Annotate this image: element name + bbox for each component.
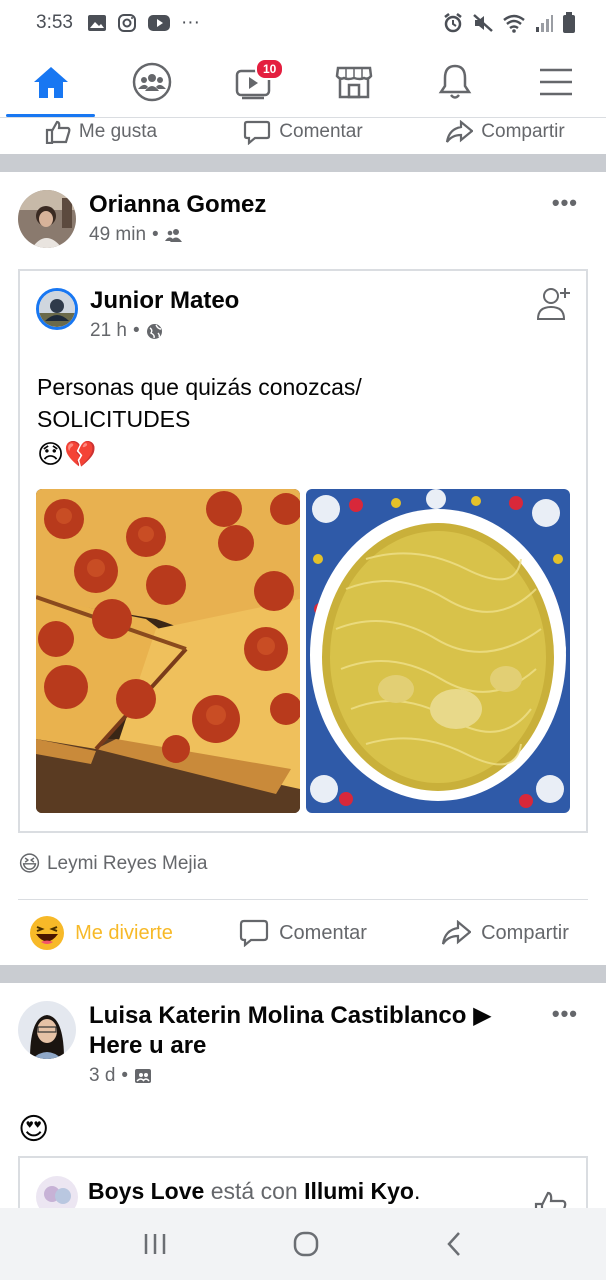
shared-post-header: Junior Mateo 21 h • [36,286,239,342]
group-page-icon [135,1069,152,1083]
post-actions: Me divierte Comentar Compartir [0,902,606,964]
shared-author-line: Boys Love está con Illumi Kyo. [88,1178,420,1205]
tab-watch[interactable]: 10 [202,46,303,117]
divider [18,899,588,900]
tab-groups[interactable] [101,46,202,117]
shared-post[interactable]: Junior Mateo 21 h • Personas que quizás … [18,269,588,833]
watch-badge: 10 [255,58,285,80]
post-header: Luisa Katerin Molina Castiblanco ▶ Here … [18,1001,519,1087]
noodle-soup-photo[interactable] [306,489,570,813]
tagged-user[interactable]: Illumi Kyo [304,1178,414,1204]
share-icon [442,920,472,945]
like-label: Me gusta [78,121,158,142]
hamburger-icon [539,68,572,95]
post-author-target[interactable]: Here u are [89,1031,519,1061]
tab-home[interactable] [0,46,101,117]
feed-separator [0,154,606,172]
line-end: . [413,1178,421,1204]
post-options-button[interactable]: ••• [552,190,578,216]
tab-marketplace[interactable] [303,46,404,117]
bell-icon [438,64,471,99]
status-time: 3:53 [36,12,73,33]
reaction-by: Leymi Reyes Mejia [46,853,208,874]
post-time[interactable]: 3 d [89,1065,115,1087]
haha-icon [30,916,65,950]
share-button[interactable]: Compartir [404,902,606,964]
react-label: Me divierte [75,921,173,944]
friends-icon [164,229,182,242]
haha-reaction-icon: 😆 [18,851,41,876]
comment-icon [244,120,271,145]
avatar[interactable] [18,1001,76,1059]
tab-notifications[interactable] [404,46,505,117]
comment-label: Comentar [279,121,363,142]
gallery-icon [87,15,106,31]
avatar[interactable] [18,190,76,248]
comment-label: Comentar [279,921,367,944]
top-nav: 10 [0,46,606,118]
alarm-icon [444,13,462,33]
back-icon[interactable] [444,1230,464,1258]
share-button[interactable]: Compartir [404,110,606,154]
post-author[interactable]: Orianna Gomez [89,190,266,220]
recents-icon[interactable] [142,1232,168,1256]
comment-button[interactable]: Comentar [202,110,404,154]
pepperoni-pizza-photo[interactable] [36,489,300,813]
instagram-icon [117,14,136,32]
battery-icon [563,12,575,33]
youtube-icon [147,15,170,31]
post-time[interactable]: 49 min [89,224,146,246]
react-button[interactable]: Me divierte [0,902,202,964]
comment-button[interactable]: Comentar [202,902,404,964]
with-connector: está con [210,1178,298,1204]
share-icon [446,120,474,143]
more-dots: ··· [180,12,200,33]
globe-icon [146,323,162,339]
marketplace-icon [335,66,372,98]
home-icon [33,66,68,98]
prev-post-actions: Me gusta Comentar Compartir [0,110,606,154]
shared-author[interactable]: Junior Mateo [90,286,239,316]
post-options-button[interactable]: ••• [552,1001,578,1027]
thumbs-up-icon [45,120,71,144]
feed-separator [0,965,606,983]
wifi-icon [503,14,525,33]
shared-time[interactable]: 21 h [90,320,127,342]
shared-post-emojis: 😞💔 [37,439,97,469]
shared-avatar[interactable] [36,288,78,330]
mute-icon [473,14,493,32]
post-body-emoji: 😍 [18,1113,50,1146]
comment-icon [239,919,269,947]
groups-icon [132,62,171,101]
reactions-summary[interactable]: 😆 Leymi Reyes Mejia [18,851,207,877]
signal-icon [536,15,553,32]
shared-post-text: Personas que quizás conozcas/ SOLICITUDE… [37,374,362,432]
shared-author[interactable]: Boys Love [88,1178,204,1204]
add-friend-icon[interactable] [536,285,572,321]
share-label: Compartir [481,121,565,142]
android-nav-bar [0,1208,606,1280]
like-button[interactable]: Me gusta [0,110,202,154]
status-bar: 3:53 ··· [0,0,606,46]
home-circle-icon[interactable] [292,1230,320,1258]
tab-menu[interactable] [505,46,606,117]
post-author[interactable]: Luisa Katerin Molina Castiblanco ▶ [89,1001,519,1031]
post-header: Orianna Gomez 49 min • [18,190,266,248]
share-label: Compartir [481,921,569,944]
